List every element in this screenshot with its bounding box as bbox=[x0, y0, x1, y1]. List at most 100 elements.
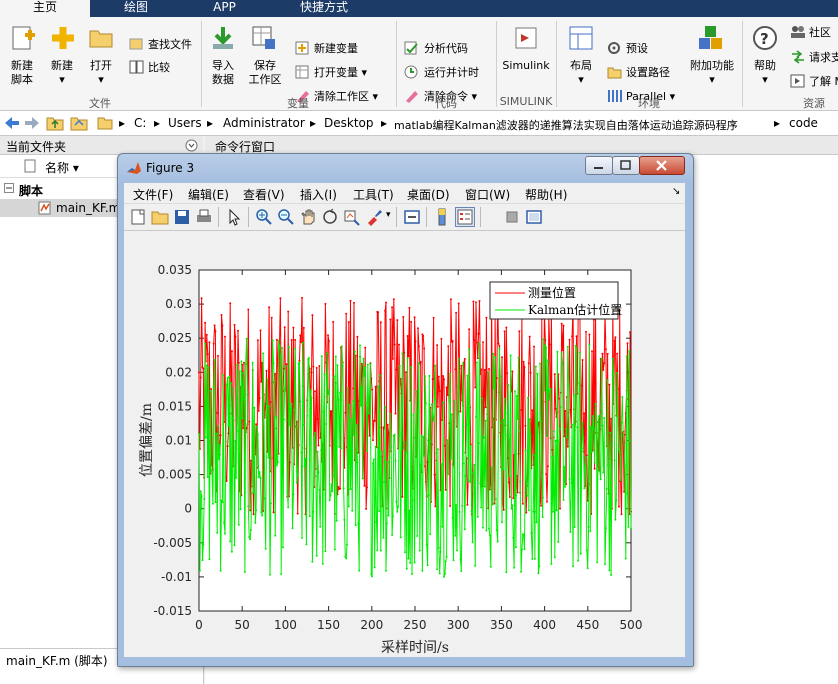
breadcrumb-project-folder[interactable]: matlab编程Kalman滤波器的递推算法实现自由落体运动追踪源码程序 bbox=[394, 117, 738, 133]
file-icon bbox=[24, 159, 36, 173]
menu-edit[interactable]: 编辑(E) bbox=[188, 186, 229, 203]
data-point bbox=[406, 357, 409, 360]
data-point bbox=[557, 541, 560, 543]
rotate-3d-icon[interactable] bbox=[321, 208, 339, 226]
menu-window[interactable]: 窗口(W) bbox=[465, 186, 510, 203]
open-button[interactable]: 打开 ▾ bbox=[83, 59, 119, 87]
menu-help[interactable]: 帮助(H) bbox=[525, 186, 567, 203]
menu-tools[interactable]: 工具(T) bbox=[353, 186, 394, 203]
tab-apps[interactable]: APP bbox=[182, 0, 267, 17]
breadcrumb-drive[interactable]: C: bbox=[134, 116, 146, 130]
save-workspace-button[interactable]: 保存 工作区 bbox=[244, 59, 286, 87]
breadcrumb-administrator[interactable]: Administrator bbox=[223, 116, 305, 130]
set-path-button[interactable]: 设置路径 bbox=[626, 66, 670, 80]
back-arrow-icon[interactable] bbox=[4, 116, 20, 130]
data-point bbox=[270, 457, 273, 460]
forward-arrow-icon[interactable] bbox=[24, 116, 40, 130]
new-script-button[interactable]: 新建 脚本 bbox=[4, 59, 40, 87]
pointer-arrow-icon[interactable] bbox=[225, 208, 243, 226]
preferences-button[interactable]: 预设 bbox=[626, 42, 648, 56]
menu-file[interactable]: 文件(F) bbox=[133, 186, 173, 203]
addons-button[interactable]: 附加功能 ▾ bbox=[686, 59, 738, 87]
link-plot-icon[interactable] bbox=[403, 208, 421, 226]
data-point bbox=[298, 361, 301, 364]
brush-dropdown-icon[interactable]: ▾ bbox=[386, 210, 391, 220]
data-point bbox=[324, 302, 327, 305]
open-file-icon[interactable] bbox=[151, 208, 169, 226]
open-variable-button[interactable]: 打开变量 ▾ bbox=[314, 66, 367, 80]
tab-shortcuts[interactable]: 快捷方式 bbox=[269, 0, 379, 17]
request-support-button[interactable]: 请求支 bbox=[809, 51, 838, 65]
data-point bbox=[213, 324, 216, 327]
up-folder-icon[interactable] bbox=[46, 115, 64, 131]
new-variable-button[interactable]: 新建变量 bbox=[314, 42, 358, 56]
insert-colorbar-icon[interactable] bbox=[433, 208, 451, 226]
collapse-icon[interactable] bbox=[4, 183, 15, 194]
data-point bbox=[520, 570, 523, 573]
data-point bbox=[410, 320, 413, 323]
analyze-code-button[interactable]: 分析代码 bbox=[424, 42, 468, 56]
data-cursor-icon[interactable] bbox=[343, 208, 361, 226]
maximize-button[interactable] bbox=[612, 156, 640, 175]
learn-matlab-button[interactable]: 了解 M bbox=[809, 75, 838, 89]
data-point bbox=[327, 334, 329, 337]
chart-legend[interactable]: 测量位置 Kalman估计位置 bbox=[489, 281, 622, 320]
data-point bbox=[623, 433, 626, 436]
pan-hand-icon[interactable] bbox=[299, 208, 317, 226]
data-point bbox=[378, 510, 381, 513]
data-point bbox=[408, 306, 411, 309]
name-column-header[interactable]: 名称 ▾ bbox=[45, 159, 79, 176]
data-point bbox=[426, 564, 429, 567]
data-point bbox=[277, 339, 280, 342]
minimize-button[interactable] bbox=[585, 156, 613, 175]
hide-plot-tools-icon[interactable] bbox=[503, 208, 521, 226]
browse-folder-icon[interactable] bbox=[70, 115, 88, 131]
data-point bbox=[343, 518, 346, 521]
zoom-in-icon[interactable] bbox=[255, 208, 273, 226]
brush-icon[interactable] bbox=[365, 208, 383, 226]
new-button[interactable]: 新建 ▾ bbox=[44, 59, 80, 87]
breadcrumb-desktop[interactable]: Desktop bbox=[324, 116, 374, 130]
help-button[interactable]: 帮助 ▾ bbox=[746, 59, 784, 87]
show-plot-tools-icon[interactable] bbox=[525, 208, 543, 226]
breadcrumb-users[interactable]: Users bbox=[168, 116, 202, 130]
save-icon[interactable] bbox=[173, 208, 191, 226]
tab-plots[interactable]: 绘图 bbox=[92, 0, 180, 17]
menu-desktop[interactable]: 桌面(D) bbox=[407, 186, 450, 203]
tab-home[interactable]: 主页 bbox=[0, 0, 90, 17]
data-point bbox=[215, 432, 218, 435]
menu-insert[interactable]: 插入(I) bbox=[300, 186, 337, 203]
data-point bbox=[199, 490, 202, 493]
close-button[interactable] bbox=[639, 156, 685, 175]
menu-view[interactable]: 查看(V) bbox=[243, 186, 285, 203]
data-point bbox=[585, 549, 588, 552]
data-point bbox=[401, 495, 404, 498]
data-point bbox=[269, 502, 272, 505]
menu-dock-arrow-icon[interactable]: ↘ bbox=[672, 186, 680, 197]
data-point bbox=[533, 557, 536, 560]
data-point bbox=[256, 433, 259, 436]
data-point bbox=[391, 534, 394, 536]
new-script-icon bbox=[12, 26, 35, 50]
run-and-time-button[interactable]: 运行并计时 bbox=[424, 66, 479, 80]
group-file-label: 文件 bbox=[89, 97, 111, 110]
data-point bbox=[597, 421, 600, 424]
zoom-out-icon[interactable] bbox=[277, 208, 295, 226]
data-point bbox=[332, 320, 335, 323]
data-point bbox=[376, 549, 379, 552]
compare-button[interactable]: 比较 bbox=[148, 61, 170, 75]
find-files-button[interactable]: 查找文件 bbox=[148, 38, 192, 52]
data-point bbox=[614, 336, 617, 339]
import-data-button[interactable]: 导入 数据 bbox=[205, 59, 241, 87]
breadcrumb-code[interactable]: code bbox=[789, 116, 818, 130]
insert-legend-icon[interactable] bbox=[455, 207, 475, 227]
layout-button[interactable]: 布局 ▾ bbox=[562, 59, 600, 87]
data-point bbox=[423, 454, 426, 457]
community-button[interactable]: 社区 bbox=[809, 26, 831, 40]
print-icon[interactable] bbox=[195, 208, 213, 226]
data-point bbox=[301, 536, 303, 539]
panel-menu-icon[interactable] bbox=[185, 139, 198, 152]
new-figure-icon[interactable] bbox=[129, 208, 147, 226]
data-point bbox=[220, 499, 223, 502]
simulink-button[interactable]: Simulink bbox=[500, 59, 552, 73]
